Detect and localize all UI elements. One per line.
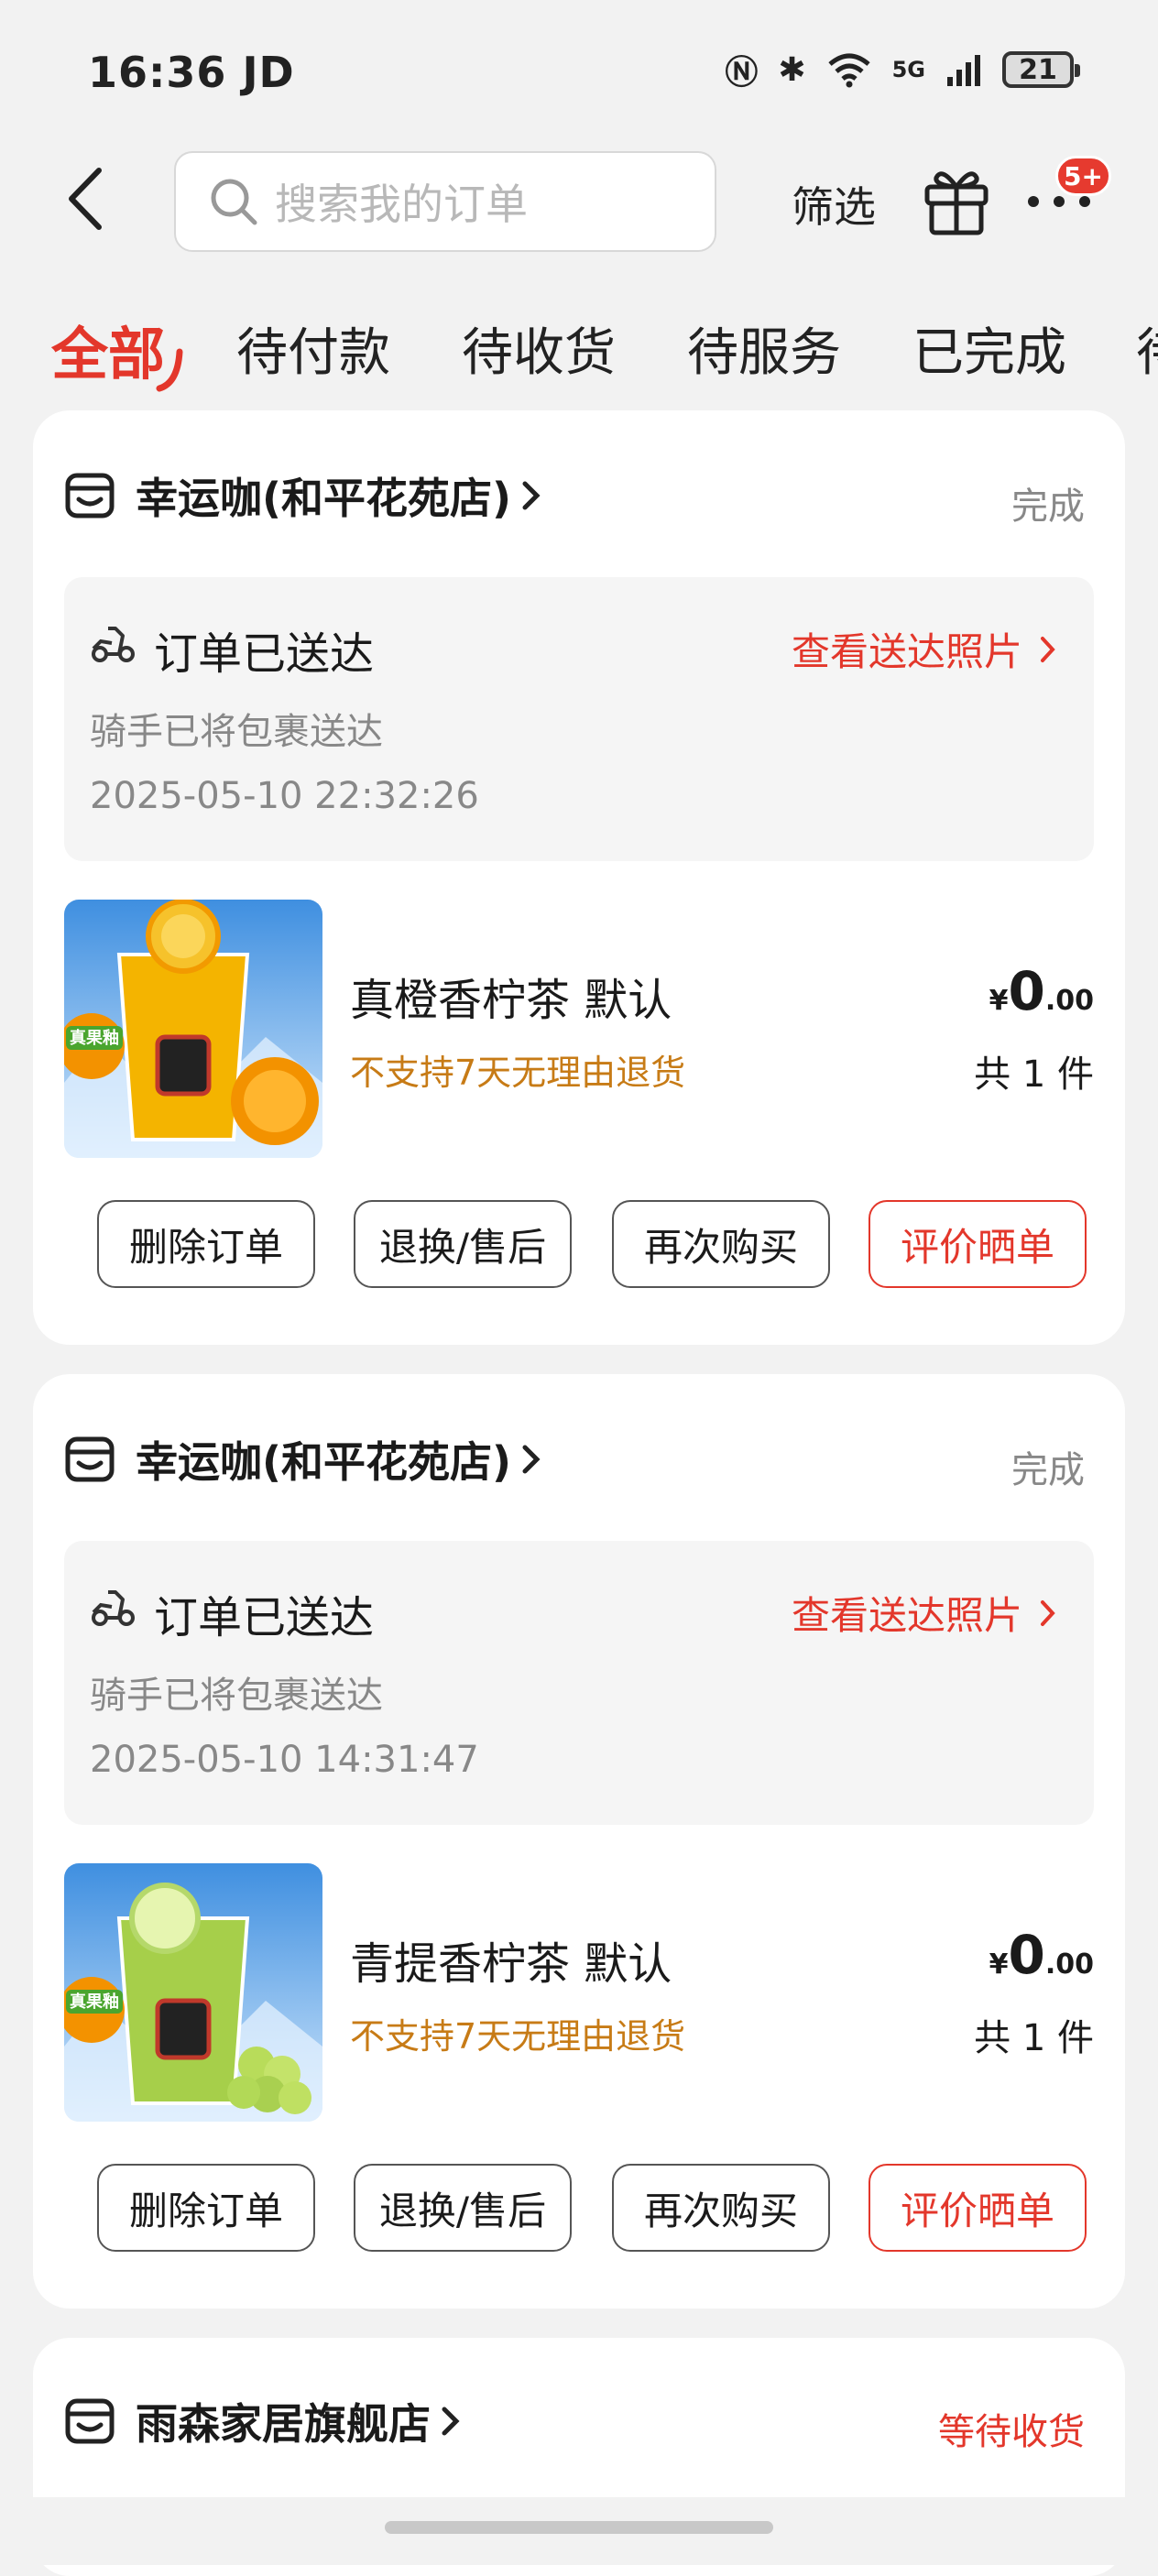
order-status: 等待收货 — [938, 2411, 1085, 2453]
chevron-right-icon — [522, 1445, 541, 1474]
scooter-icon — [92, 627, 135, 662]
order-status: 完成 — [1011, 486, 1085, 528]
home-indicator[interactable] — [385, 2521, 773, 2534]
return-service-button[interactable]: 退换/售后 — [354, 2164, 572, 2252]
wifi-icon — [827, 53, 870, 88]
tab-completed[interactable]: 已完成 — [912, 311, 1066, 386]
back-arrow-icon[interactable] — [64, 167, 104, 231]
shop-icon — [65, 473, 115, 518]
product-note: 不支持7天无理由退货 — [350, 2016, 686, 2057]
search-input[interactable]: 搜索我的订单 — [174, 151, 716, 252]
bluetooth-icon: ✱ — [778, 50, 806, 89]
delivery-time: 2025-05-10 22:32:26 — [90, 775, 479, 817]
view-delivery-photo-label: 查看送达照片 — [791, 629, 1022, 674]
delivery-sub: 骑手已将包裹送达 — [90, 711, 383, 753]
product-image-label: 真果釉 — [70, 1992, 119, 2012]
tab-pending-receipt[interactable]: 待收货 — [462, 311, 616, 386]
price-symbol: ¥ — [989, 985, 1009, 1017]
product-quantity: 共 1 件 — [974, 2017, 1094, 2059]
delivery-sub: 骑手已将包裹送达 — [90, 1675, 383, 1717]
order-status: 完成 — [1011, 1449, 1085, 1491]
view-delivery-photo-link[interactable]: 查看送达照片 — [792, 621, 1057, 677]
buy-again-button[interactable]: 再次购买 — [612, 2164, 830, 2252]
signal-icon — [947, 55, 980, 86]
product-image[interactable]: 真果釉 — [64, 1863, 322, 2122]
nfc-icon: Ⓝ — [725, 54, 759, 92]
tab-more[interactable]: 待 — [1136, 311, 1158, 386]
product-image-label: 真果釉 — [70, 1028, 119, 1048]
delivery-time: 2025-05-10 14:31:47 — [90, 1739, 479, 1781]
return-service-button[interactable]: 退换/售后 — [354, 1200, 572, 1288]
shop-icon — [65, 1436, 115, 1482]
delivery-info[interactable]: 订单已送达 查看送达照片 骑手已将包裹送达 2025-05-10 22:32:2… — [64, 577, 1094, 861]
battery-icon: 21 — [1002, 51, 1080, 88]
shop-header[interactable]: 幸运咖(和平花苑店) — [64, 1429, 542, 1490]
search-icon — [211, 179, 257, 225]
tab-active-indicator — [156, 348, 183, 392]
review-button[interactable]: 评价晒单 — [868, 1200, 1087, 1288]
shop-header[interactable]: 幸运咖(和平花苑店) — [64, 465, 542, 526]
view-delivery-photo-link[interactable]: 查看送达照片 — [792, 1585, 1057, 1641]
tab-all[interactable]: 全部 — [51, 308, 165, 390]
search-placeholder: 搜索我的订单 — [275, 180, 528, 229]
order-card[interactable]: 幸运咖(和平花苑店) 完成 订单已送达 查看送达照片 骑手已将包裹送达 2025… — [33, 410, 1125, 1345]
filter-button[interactable]: 筛选 — [792, 174, 876, 235]
buy-again-button[interactable]: 再次购买 — [612, 1200, 830, 1288]
review-button[interactable]: 评价晒单 — [868, 2164, 1087, 2252]
shop-header[interactable]: 雨森家居旗舰店 — [64, 2391, 462, 2451]
product-price: ¥0.00 — [989, 1924, 1094, 1986]
shop-name[interactable]: 幸运咖(和平花苑店) — [136, 465, 511, 526]
notification-badge: 5+ — [1055, 156, 1111, 196]
product-note: 不支持7天无理由退货 — [350, 1053, 686, 1093]
product-name[interactable]: 青提香柠茶 默认 — [350, 1927, 672, 1992]
product-quantity: 共 1 件 — [974, 1053, 1094, 1096]
delivery-info[interactable]: 订单已送达 查看送达照片 骑手已将包裹送达 2025-05-10 14:31:4… — [64, 1541, 1094, 1825]
price-integer: 0 — [1008, 1924, 1045, 1986]
shop-name[interactable]: 幸运咖(和平花苑店) — [136, 1429, 511, 1490]
chevron-right-icon — [442, 2407, 460, 2436]
delivery-title: 订单已送达 — [154, 628, 375, 680]
shop-icon — [65, 2398, 115, 2444]
price-integer: 0 — [1008, 960, 1045, 1022]
status-icons: Ⓝ ✱ 5G 21 — [725, 46, 1080, 93]
tab-pending-payment[interactable]: 待付款 — [236, 311, 390, 386]
tab-pending-service[interactable]: 待服务 — [687, 311, 841, 386]
scooter-icon — [92, 1590, 135, 1626]
delete-order-button[interactable]: 删除订单 — [97, 2164, 315, 2252]
product-image[interactable]: 真果釉 — [64, 900, 322, 1158]
price-decimal: .00 — [1044, 985, 1094, 1017]
order-card[interactable]: 幸运咖(和平花苑店) 完成 订单已送达 查看送达照片 骑手已将包裹送达 2025… — [33, 1374, 1125, 2309]
delivery-title: 订单已送达 — [154, 1592, 375, 1643]
chevron-right-icon — [1041, 1599, 1055, 1626]
delete-order-button[interactable]: 删除订单 — [97, 1200, 315, 1288]
status-time: 16:36 JD — [88, 48, 295, 97]
price-decimal: .00 — [1044, 1948, 1094, 1981]
shop-name[interactable]: 雨森家居旗舰店 — [136, 2391, 431, 2451]
price-symbol: ¥ — [989, 1948, 1009, 1981]
product-price: ¥0.00 — [989, 960, 1094, 1022]
network-label: 5G — [891, 57, 925, 82]
view-delivery-photo-label: 查看送达照片 — [791, 1593, 1022, 1638]
gift-icon[interactable] — [922, 163, 991, 236]
chevron-right-icon — [522, 481, 541, 510]
product-name[interactable]: 真橙香柠茶 默认 — [350, 964, 672, 1028]
chevron-right-icon — [1041, 636, 1055, 662]
